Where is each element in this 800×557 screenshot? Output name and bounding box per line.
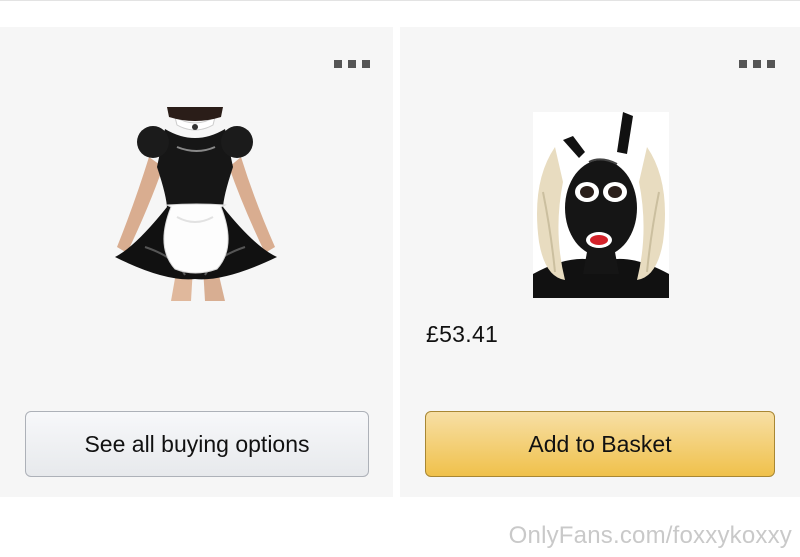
button-label: Add to Basket: [528, 430, 672, 457]
maid-dress-product-image[interactable]: [105, 107, 285, 301]
more-options-icon[interactable]: [739, 60, 775, 70]
product-card: See all buying options: [0, 27, 393, 497]
top-divider: [0, 0, 800, 1]
see-all-buying-options-button[interactable]: See all buying options: [25, 411, 369, 477]
product-price: £53.41: [426, 321, 499, 347]
add-to-basket-button[interactable]: Add to Basket: [425, 411, 775, 477]
more-options-icon[interactable]: [334, 60, 370, 70]
latex-hood-product-image[interactable]: [533, 112, 669, 298]
product-card: £53.41 Add to Basket: [400, 27, 800, 497]
watermark-text: OnlyFans.com/foxxykoxxy: [508, 522, 792, 549]
button-label: See all buying options: [84, 430, 310, 457]
